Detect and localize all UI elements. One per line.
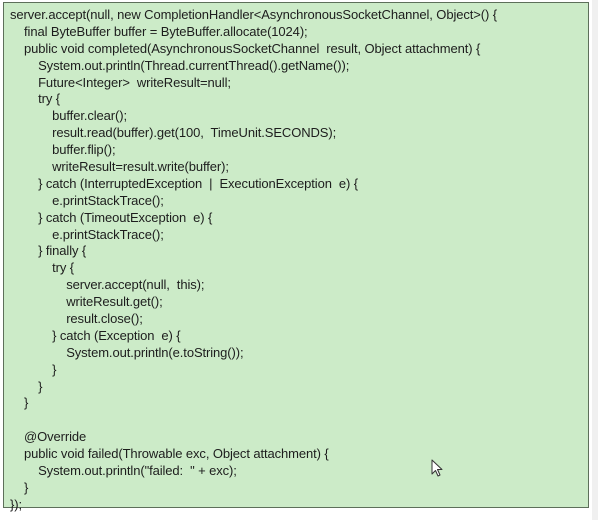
code-line: } catch (Exception e) {	[10, 327, 181, 343]
code-line: }	[10, 378, 43, 394]
code-line: buffer.clear();	[10, 108, 127, 124]
code-line: try {	[10, 260, 75, 276]
code-line: e.printStackTrace();	[10, 226, 164, 242]
code-line: e.printStackTrace();	[10, 192, 164, 208]
code-line: writeResult=result.write(buffer);	[10, 159, 229, 175]
code-line: } finally {	[10, 243, 87, 259]
code-line: result.read(buffer).get(100, TimeUnit.SE…	[10, 125, 337, 141]
code-line: System.out.println(Thread.currentThread(…	[10, 57, 350, 73]
code-line: }	[10, 361, 57, 377]
code-line: try {	[10, 91, 60, 107]
code-block: server.accept(null, new CompletionHandle…	[10, 7, 497, 514]
code-line: final ByteBuffer buffer = ByteBuffer.all…	[10, 23, 308, 39]
code-line: buffer.flip();	[10, 142, 116, 158]
slide-canvas: server.accept(null, new CompletionHandle…	[0, 0, 598, 520]
code-line: } catch (TimeoutException e) {	[10, 209, 213, 225]
code-line: }	[10, 395, 29, 411]
code-line: } catch (InterruptedException | Executio…	[10, 175, 358, 191]
code-line: }	[10, 479, 29, 495]
code-line: server.accept(null, new CompletionHandle…	[10, 7, 497, 22]
window-edge	[592, 0, 598, 520]
code-line: server.accept(null, this);	[10, 277, 205, 293]
code-line: result.close();	[10, 311, 143, 327]
code-line: public void failed(Throwable exc, Object…	[10, 446, 329, 462]
code-box: server.accept(null, new CompletionHandle…	[3, 2, 589, 512]
mouse-pointer-icon	[431, 459, 443, 477]
code-line: @Override	[10, 429, 87, 445]
code-line: System.out.println(e.toString());	[10, 344, 244, 360]
code-line: public void completed(AsynchronousSocket…	[10, 40, 481, 56]
code-line: });	[10, 496, 22, 512]
code-line: writeResult.get();	[10, 294, 163, 310]
code-line: System.out.println("failed: " + exc);	[10, 463, 237, 479]
code-line: Future<Integer> writeResult=null;	[10, 74, 231, 90]
